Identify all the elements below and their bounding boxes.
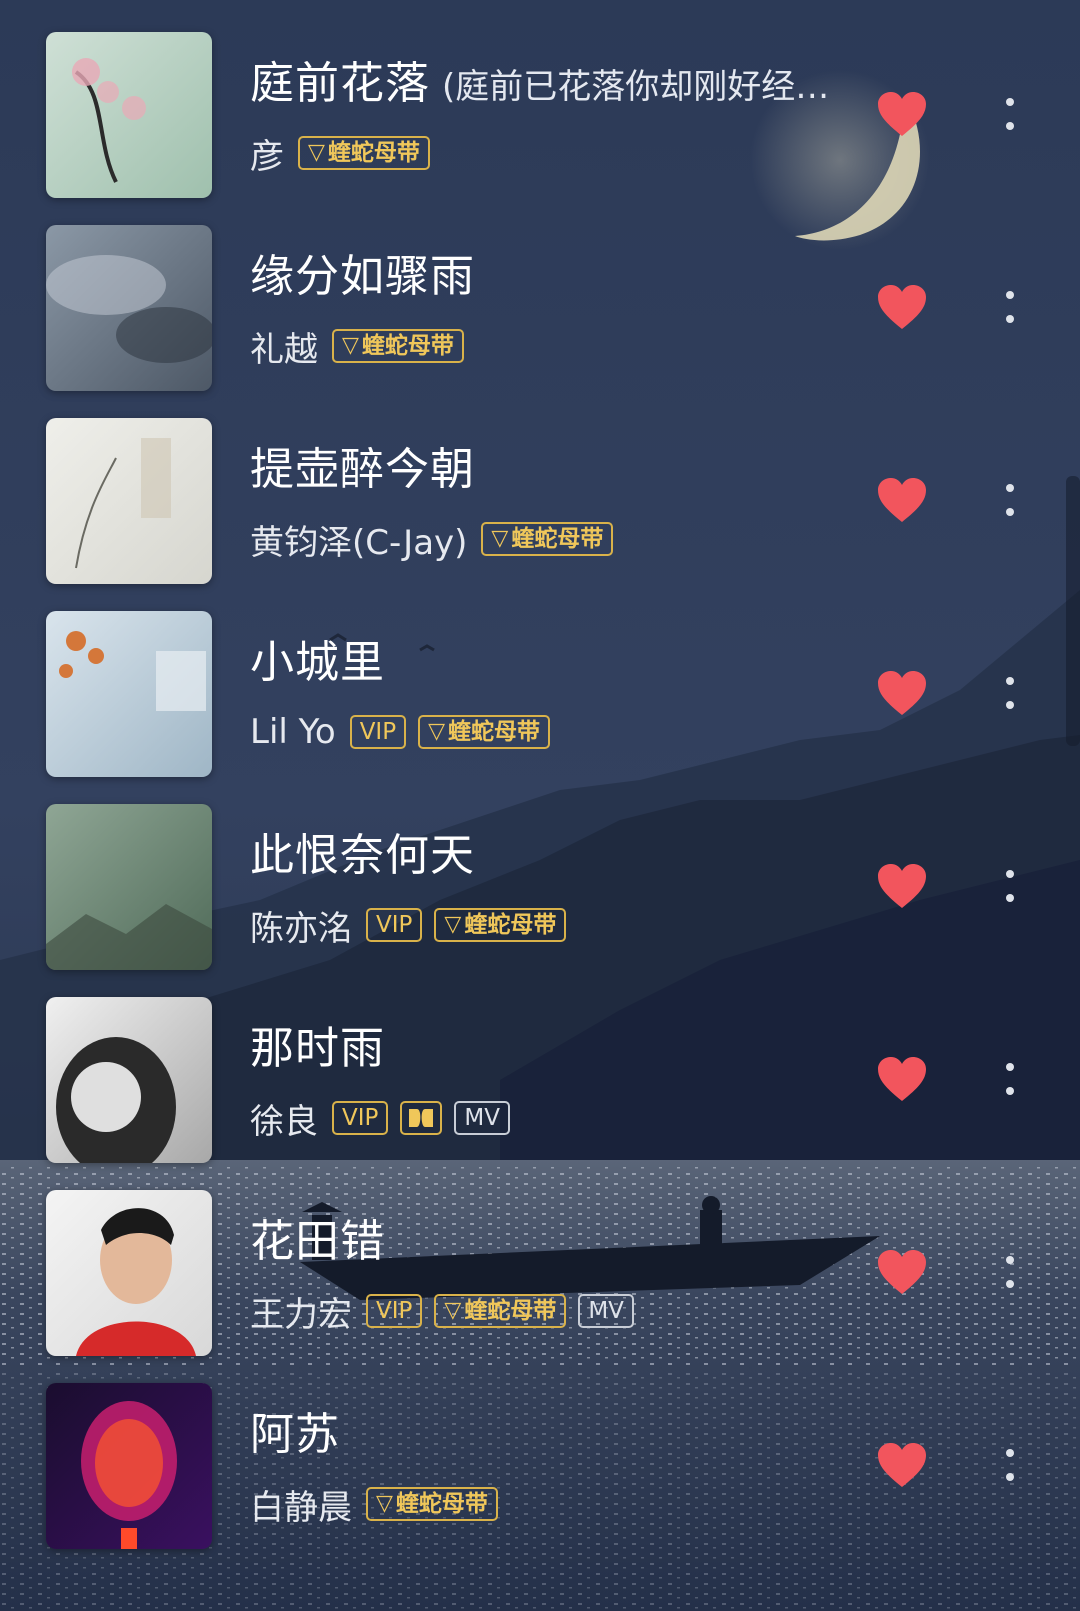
meta-line: 王力宏 VIP ▽ 蝰蛇母带 MV: [250, 1286, 646, 1336]
album-cover[interactable]: [46, 1383, 212, 1549]
artist-name: 白静晨: [250, 1487, 352, 1528]
viper-master-badge: ▽ 蝰蛇母带: [366, 1487, 498, 1521]
album-cover[interactable]: [46, 804, 212, 970]
song-row-1[interactable]: 庭前花落 (庭前已花落你却刚好经… 彦 ▽ 蝰蛇母带: [0, 32, 1080, 198]
viper-master-badge: ▽ 蝰蛇母带: [481, 522, 614, 556]
song-row-4[interactable]: 小城里 Lil Yo VIP ▽ 蝰蛇母带: [0, 611, 1080, 777]
viper-v-icon: ▽: [444, 912, 462, 937]
viper-master-badge: ▽ 蝰蛇母带: [434, 1294, 567, 1328]
artist-name: 王力宏: [250, 1294, 352, 1335]
more-options-icon[interactable]: [996, 1250, 1024, 1296]
vip-badge: VIP: [332, 1101, 389, 1135]
song-title: 庭前花落: [250, 58, 430, 109]
badge-label: 蝰蛇母带: [395, 1491, 488, 1517]
viper-v-icon: ▽: [376, 1491, 393, 1516]
more-options-icon[interactable]: [996, 92, 1024, 138]
favorite-heart-icon[interactable]: [876, 862, 928, 910]
viper-v-icon: ▽: [308, 140, 325, 165]
title-line: 那时雨: [250, 1021, 840, 1086]
viper-v-icon: ▽: [428, 719, 446, 744]
song-title: 阿苏: [250, 1409, 340, 1460]
badge-label: 蝰蛇母带: [327, 140, 420, 166]
album-cover[interactable]: [46, 225, 212, 391]
badge-label: 蝰蛇母带: [464, 1298, 557, 1324]
title-line: 阿苏: [250, 1407, 840, 1472]
badge-label: 蝰蛇母带: [464, 912, 557, 938]
song-title: 提壶醉今朝: [250, 444, 475, 495]
album-cover[interactable]: [46, 611, 212, 777]
viper-master-badge: ▽ 蝰蛇母带: [298, 136, 430, 170]
song-title: 小城里: [250, 637, 385, 688]
meta-line: 黄钧泽(C-Jay) ▽ 蝰蛇母带: [250, 514, 625, 564]
artist-name: 徐良: [250, 1101, 318, 1142]
viper-master-badge: ▽ 蝰蛇母带: [434, 908, 567, 942]
meta-line: 礼越 ▽ 蝰蛇母带: [250, 321, 476, 371]
song-row-7[interactable]: 花田错 王力宏 VIP ▽ 蝰蛇母带 MV: [0, 1190, 1080, 1356]
favorite-heart-icon[interactable]: [876, 90, 928, 138]
song-title: 花田错: [250, 1216, 385, 1267]
album-cover[interactable]: [46, 32, 212, 198]
meta-line: 白静晨 ▽ 蝰蛇母带: [250, 1479, 510, 1529]
favorite-heart-icon[interactable]: [876, 1055, 928, 1103]
dolby-icon: [400, 1101, 443, 1135]
album-cover[interactable]: [46, 418, 212, 584]
artist-name: 黄钧泽(C-Jay): [250, 522, 468, 563]
vip-badge: VIP: [366, 908, 423, 942]
title-line: 花田错: [250, 1214, 840, 1279]
song-title: 此恨奈何天: [250, 830, 475, 881]
favorite-heart-icon[interactable]: [876, 669, 928, 717]
favorite-heart-icon[interactable]: [876, 1248, 928, 1296]
album-cover[interactable]: [46, 997, 212, 1163]
title-line: 小城里: [250, 635, 840, 700]
scrollbar-thumb[interactable]: [1066, 476, 1080, 746]
favorite-heart-icon[interactable]: [876, 283, 928, 331]
viper-v-icon: ▽: [342, 333, 359, 358]
viper-v-icon: ▽: [444, 1298, 462, 1323]
artist-name: 陈亦洺: [250, 908, 352, 949]
title-line: 提壶醉今朝: [250, 442, 840, 507]
meta-line: 彦 ▽ 蝰蛇母带: [250, 128, 442, 178]
favorite-heart-icon[interactable]: [876, 476, 928, 524]
more-options-icon[interactable]: [996, 1057, 1024, 1103]
viper-v-icon: ▽: [491, 526, 509, 551]
favorite-heart-icon[interactable]: [876, 1441, 928, 1489]
song-subtitle: (庭前已花落你却刚好经…: [442, 67, 830, 107]
more-options-icon[interactable]: [996, 285, 1024, 331]
song-row-6[interactable]: 那时雨 徐良 VIP MV: [0, 997, 1080, 1163]
song-row-8[interactable]: 阿苏 白静晨 ▽ 蝰蛇母带: [0, 1383, 1080, 1549]
meta-line: Lil Yo VIP ▽ 蝰蛇母带: [250, 707, 562, 757]
meta-line: 陈亦洺 VIP ▽ 蝰蛇母带: [250, 900, 578, 950]
viper-master-badge: ▽ 蝰蛇母带: [418, 715, 551, 749]
title-line: 此恨奈何天: [250, 828, 840, 893]
song-title: 那时雨: [250, 1023, 385, 1074]
meta-line: 徐良 VIP MV: [250, 1093, 522, 1143]
vip-badge: VIP: [349, 715, 407, 749]
song-title: 缘分如骤雨: [250, 251, 475, 302]
album-cover[interactable]: [46, 1190, 212, 1356]
song-row-5[interactable]: 此恨奈何天 陈亦洺 VIP ▽ 蝰蛇母带: [0, 804, 1080, 970]
badge-label: 蝰蛇母带: [361, 333, 454, 359]
artist-name: Lil Yo: [250, 712, 336, 752]
song-row-2[interactable]: 缘分如骤雨 礼越 ▽ 蝰蛇母带: [0, 225, 1080, 391]
badge-label: 蝰蛇母带: [511, 526, 604, 552]
more-options-icon[interactable]: [996, 1443, 1024, 1489]
title-line: 庭前花落 (庭前已花落你却刚好经…: [250, 56, 840, 121]
mv-badge[interactable]: MV: [454, 1101, 510, 1135]
badge-label: 蝰蛇母带: [448, 719, 541, 745]
more-options-icon[interactable]: [996, 864, 1024, 910]
title-line: 缘分如骤雨: [250, 249, 840, 314]
viper-master-badge: ▽ 蝰蛇母带: [332, 329, 464, 363]
mv-badge[interactable]: MV: [578, 1294, 634, 1328]
vip-badge: VIP: [366, 1294, 423, 1328]
more-options-icon[interactable]: [996, 478, 1024, 524]
artist-name: 礼越: [250, 329, 318, 370]
more-options-icon[interactable]: [996, 671, 1024, 717]
artist-name: 彦: [250, 136, 284, 177]
song-row-3[interactable]: 提壶醉今朝 黄钧泽(C-Jay) ▽ 蝰蛇母带: [0, 418, 1080, 584]
